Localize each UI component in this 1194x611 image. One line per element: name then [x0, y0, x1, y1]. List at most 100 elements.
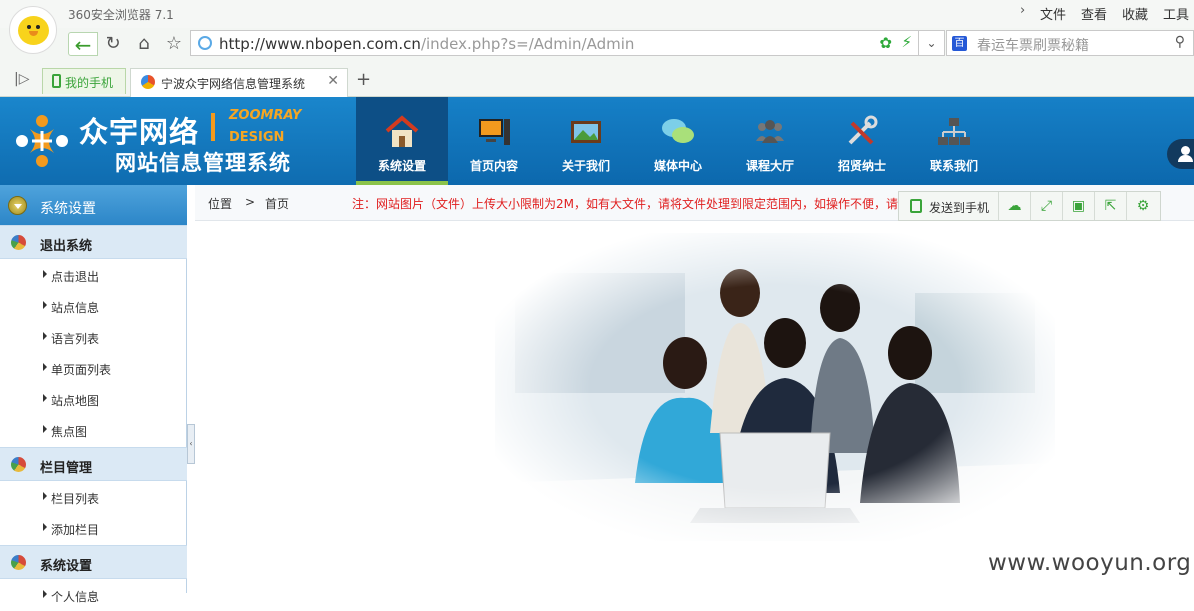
sidebar-item-label: 站点地图: [51, 394, 100, 408]
send-to-phone-label: 发送到手机: [929, 201, 990, 215]
breadcrumb-home[interactable]: 首页: [265, 195, 289, 212]
nav-contact-us[interactable]: 联系我们: [908, 97, 1000, 185]
sidebar-group-label: 栏目管理: [40, 461, 93, 476]
sidebar-item-column-list[interactable]: 栏目列表: [0, 482, 187, 513]
floating-toolbar: 发送到手机 ☁ ⤢ ▣ ⇱ ⚙: [898, 191, 1161, 221]
home-button-icon[interactable]: ⌂: [132, 32, 156, 56]
search-engine-icon[interactable]: 百: [952, 36, 967, 51]
sidebar-item-label: 焦点图: [51, 425, 88, 439]
browser-titlebar: 360安全浏览器 7.1 › 文件 查看 收藏 工具: [0, 0, 1194, 28]
menu-tools[interactable]: 工具: [1163, 4, 1189, 23]
back-arrow-icon[interactable]: ←: [68, 32, 98, 57]
share-icon[interactable]: ⇱: [1095, 192, 1127, 220]
save-icon[interactable]: ▣: [1063, 192, 1095, 220]
nav-course-hall[interactable]: 课程大厅: [724, 97, 816, 185]
sidebar-group-column-management[interactable]: 栏目管理: [0, 447, 187, 481]
tab-my-phone[interactable]: 我的手机: [42, 68, 126, 94]
sidebar-item-label: 添加栏目: [51, 523, 100, 537]
refresh-icon[interactable]: ↻: [101, 32, 125, 56]
sidebar-item-click-logout[interactable]: 点击退出: [0, 260, 187, 291]
chevron-down-icon[interactable]: ⌄: [919, 30, 945, 56]
menu-file[interactable]: 文件: [1040, 4, 1066, 23]
caret-right-icon: [43, 332, 47, 340]
user-button[interactable]: [1167, 139, 1194, 169]
caret-right-icon: [43, 523, 47, 531]
tab-label: 我的手机: [65, 76, 114, 90]
chevron-right-icon[interactable]: ›: [1020, 3, 1025, 18]
search-input[interactable]: 春运车票刷票秘籍: [977, 35, 1089, 55]
caret-right-icon: [43, 425, 47, 433]
sidebar-item-language-list[interactable]: 语言列表: [0, 322, 187, 353]
nav-label: 媒体中心: [653, 159, 702, 173]
sidebar-item-site-info[interactable]: 站点信息: [0, 291, 187, 322]
sidebar-item-label: 语言列表: [51, 332, 100, 346]
brand-logo-icon: [16, 115, 68, 167]
sidebar-group-logout[interactable]: 退出系统: [0, 225, 187, 259]
new-tab-icon[interactable]: +: [356, 69, 371, 90]
sidebar-item-label: 点击退出: [51, 270, 100, 284]
menu-view[interactable]: 查看: [1081, 4, 1107, 23]
sidebar-item-label: 单页面列表: [51, 363, 112, 377]
sidebar-group-label: 退出系统: [40, 239, 93, 254]
group-icon: [756, 120, 784, 143]
menu-favorites[interactable]: 收藏: [1122, 4, 1148, 23]
search-bar[interactable]: 百 春运车票刷票秘籍 ⚲: [946, 30, 1194, 56]
lightning-icon[interactable]: ⚡: [901, 33, 912, 51]
nav-label: 关于我们: [561, 159, 610, 173]
url-text[interactable]: http://www.nbopen.com.cn/index.php?s=/Ad…: [219, 35, 634, 53]
sidebar-header-label: 系统设置: [40, 201, 96, 217]
dropdown-circle-icon: [8, 196, 27, 215]
nav-system-settings[interactable]: 系统设置: [356, 97, 448, 185]
sidebar-item-label: 站点信息: [51, 301, 100, 315]
nav-label: 联系我们: [929, 159, 978, 173]
send-to-phone-button[interactable]: 发送到手机: [899, 192, 999, 220]
brand-english-1: ZOOMRAY: [229, 108, 302, 123]
nav-recruitment[interactable]: 招贤纳士: [816, 97, 908, 185]
url-host: http://www.nbopen.com.cn: [219, 35, 421, 53]
tab-active[interactable]: 宁波众宇网络信息管理系统 ✕: [130, 68, 348, 97]
sidebar-item-personal-info[interactable]: 个人信息: [0, 580, 187, 611]
site-favicon-icon: [141, 75, 155, 89]
nav-media-center[interactable]: 媒体中心: [632, 97, 724, 185]
pie-chart-icon: [11, 457, 26, 472]
recycle-icon[interactable]: ✿: [879, 34, 892, 52]
globe-icon: [198, 36, 212, 50]
fullscreen-icon[interactable]: ⤢: [1031, 192, 1063, 220]
caret-right-icon: [43, 492, 47, 500]
brand-title: 众宇网络: [79, 115, 200, 149]
nav-label: 招贤纳士: [837, 159, 886, 173]
home-icon: [385, 115, 419, 147]
brand-area: 众宇网络 ZOOMRAY DESIGN 网站信息管理系统: [0, 97, 356, 185]
sidebar-item-single-page-list[interactable]: 单页面列表: [0, 353, 187, 384]
sidebar-group-system-settings[interactable]: 系统设置: [0, 545, 187, 579]
settings-icon[interactable]: ⚙: [1127, 192, 1159, 220]
breadcrumb-separator: >: [245, 195, 256, 209]
sidebar-collapse-handle[interactable]: ‹: [187, 424, 195, 464]
nav-about-us[interactable]: 关于我们: [540, 97, 632, 185]
star-icon[interactable]: ☆: [162, 32, 186, 56]
breadcrumb-position-label: 位置: [208, 197, 233, 211]
pie-chart-icon: [11, 555, 26, 570]
sidebar-header[interactable]: 系统设置: [0, 185, 187, 225]
sidebar-toggle-icon[interactable]: |▷: [14, 71, 29, 87]
monitor-icon: [479, 119, 510, 145]
cloud-icon[interactable]: ☁: [999, 192, 1031, 220]
sidebar-item-focus-image[interactable]: 焦点图: [0, 415, 187, 446]
chat-bubbles-icon: [662, 119, 694, 143]
nav-label: 首页内容: [469, 159, 518, 173]
nav-home-content[interactable]: 首页内容: [448, 97, 540, 185]
address-bar[interactable]: http://www.nbopen.com.cn/index.php?s=/Ad…: [190, 30, 919, 56]
sidebar-item-add-column[interactable]: 添加栏目: [0, 513, 187, 544]
caret-right-icon: [43, 270, 47, 278]
site-header: 众宇网络 ZOOMRAY DESIGN 网站信息管理系统 系统设置 首页内容 关…: [0, 97, 1194, 185]
sidebar-item-label: 栏目列表: [51, 492, 100, 506]
tab-label: 宁波众宇网络信息管理系统: [161, 77, 306, 91]
brand-subtitle: 网站信息管理系统: [115, 151, 291, 175]
sidebar-item-sitemap[interactable]: 站点地图: [0, 384, 187, 415]
nav-label: 课程大厅: [745, 159, 794, 173]
watermark: www.wooyun.org: [988, 550, 1192, 576]
main-content: 位置 > 首页 注：网站图片（文件）上传大小限制为2M，如有大文件，请将文件处理…: [195, 185, 1194, 593]
close-icon[interactable]: ✕: [327, 73, 339, 89]
search-icon[interactable]: ⚲: [1175, 34, 1185, 50]
browser-chrome: 360安全浏览器 7.1 › 文件 查看 收藏 工具 ← ↻ ⌂ ☆ http:…: [0, 0, 1194, 97]
